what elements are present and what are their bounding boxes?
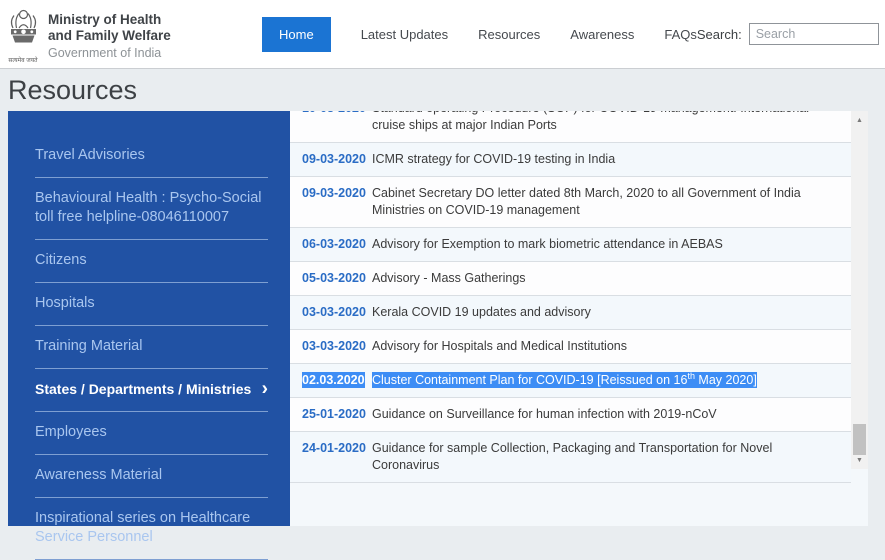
scrollbar-up-icon[interactable]: ▲ — [851, 113, 868, 127]
sidebar-item[interactable]: States / Departments / Ministries › — [35, 369, 268, 412]
scrollbar-down-icon[interactable]: ▼ — [851, 453, 868, 467]
resource-link[interactable]: Kerala COVID 19 updates and advisory — [372, 304, 841, 321]
sidebar-item[interactable]: Employees — [35, 412, 268, 455]
resource-date: 25-01-2020 — [302, 406, 372, 423]
resource-date-text: 05-03-2020 — [302, 271, 366, 285]
page-title: Resources — [0, 69, 885, 111]
resource-date: 06-03-2020 — [302, 236, 372, 253]
resource-title-text: Advisory - Mass Gatherings — [372, 271, 526, 285]
resource-row: 10-03-2020 Standard operating Procedure (… — [290, 111, 851, 143]
site-logo[interactable]: सत्यमेव जयते Ministry of Health and Fami… — [6, 3, 252, 65]
resource-link[interactable]: Standard operating Procedure (SOP) for C… — [372, 111, 841, 134]
resources-sidebar: Travel Advisories Behavioural Health : Ps… — [8, 111, 290, 526]
sidebar-item-label: Citizens — [35, 252, 87, 268]
resource-date: 09-03-2020 — [302, 151, 372, 168]
main-nav: Home Latest Updates Resources Awareness FAQs — [262, 17, 697, 52]
sidebar-item[interactable]: Awareness Material — [35, 455, 268, 498]
sidebar-item[interactable]: Travel Advisories — [35, 135, 268, 178]
resource-row: 03-03-2020 Advisory for Hospitals and Med… — [290, 330, 851, 364]
nav-item-faqs[interactable]: FAQs — [664, 27, 697, 42]
resource-link[interactable]: Cabinet Secretary DO letter dated 8th Ma… — [372, 185, 841, 219]
resource-date: 10-03-2020 — [302, 111, 372, 134]
resource-date: 03-03-2020 — [302, 338, 372, 355]
sidebar-item[interactable]: Inspirational series on Healthcare Servi… — [35, 498, 268, 560]
nav-item-awareness[interactable]: Awareness — [570, 27, 634, 42]
resource-date-text: 03-03-2020 — [302, 339, 366, 353]
resource-row: 24-01-2020 Guidance for sample Collection… — [290, 432, 851, 483]
scrollbar-track[interactable]: ▲ ▼ — [851, 111, 868, 469]
resource-panel: 10-03-2020 Standard operating Procedure (… — [290, 111, 868, 526]
sidebar-item-label: Travel Advisories — [35, 147, 145, 163]
ashoka-lions-icon — [7, 7, 40, 53]
resource-date-text: 03-03-2020 — [302, 305, 366, 319]
resource-date-text: 06-03-2020 — [302, 237, 366, 251]
emblem-motto: सत्यमेव जयते — [6, 58, 40, 65]
resource-date: 09-03-2020 — [302, 185, 372, 219]
sidebar-item-label: Behavioural Health : Psycho-Social toll … — [35, 190, 261, 225]
resource-list: 10-03-2020 Standard operating Procedure (… — [290, 111, 851, 483]
search-input[interactable] — [749, 23, 879, 45]
resource-link[interactable]: Advisory - Mass Gatherings — [372, 270, 841, 287]
resource-date-text: 25-01-2020 — [302, 407, 366, 421]
government-line: Government of India — [48, 46, 171, 61]
resource-title-text: Advisory for Hospitals and Medical Insti… — [372, 339, 627, 353]
resource-date-text: 09-03-2020 — [302, 186, 366, 200]
chevron-right-icon: › — [262, 380, 268, 399]
sidebar-item-label: Employees — [35, 424, 107, 440]
search-label: Search: — [697, 27, 742, 42]
content-area: Travel Advisories Behavioural Health : Ps… — [8, 111, 868, 526]
sidebar-list: Travel Advisories Behavioural Health : Ps… — [8, 111, 290, 560]
resource-link[interactable]: Advisory for Exemption to mark biometric… — [372, 236, 841, 253]
resource-date-text: 09-03-2020 — [302, 152, 366, 166]
sidebar-item-label: Hospitals — [35, 295, 95, 311]
resource-title-text: Cluster Containment Plan for COVID-19 [R… — [372, 373, 757, 387]
resource-link[interactable]: Guidance for sample Collection, Packagin… — [372, 440, 841, 474]
resource-title-text: ICMR strategy for COVID-19 testing in In… — [372, 152, 615, 166]
resource-title-text: Kerala COVID 19 updates and advisory — [372, 305, 591, 319]
ministry-name-line2: and Family Welfare — [48, 28, 171, 44]
resource-date-text: 10-03-2020 — [302, 111, 366, 115]
emblem-of-india-icon: सत्यमेव जयते — [6, 3, 40, 65]
resource-link[interactable]: Guidance on Surveillance for human infec… — [372, 406, 841, 423]
resource-date: 02.03.2020 — [302, 372, 372, 389]
sidebar-item-label: Training Material — [35, 338, 142, 354]
resource-date: 05-03-2020 — [302, 270, 372, 287]
sidebar-item-label: Inspirational series on Healthcare Servi… — [35, 510, 250, 545]
sidebar-item[interactable]: Training Material — [35, 326, 268, 369]
search-group: Search: ↓ ↑ — [697, 22, 885, 46]
resource-link[interactable]: Advisory for Hospitals and Medical Insti… — [372, 338, 841, 355]
nav-item-latest-updates[interactable]: Latest Updates — [361, 27, 448, 42]
resource-row: 09-03-2020 ICMR strategy for COVID-19 tes… — [290, 143, 851, 177]
sidebar-item[interactable]: Citizens — [35, 240, 268, 283]
sidebar-item[interactable]: Hospitals — [35, 283, 268, 326]
nav-item-resources[interactable]: Resources — [478, 27, 540, 42]
resource-title-text: Guidance on Surveillance for human infec… — [372, 407, 717, 421]
resource-date-text: 02.03.2020 — [302, 373, 365, 387]
resource-date: 24-01-2020 — [302, 440, 372, 474]
site-header: सत्यमेव जयते Ministry of Health and Fami… — [0, 0, 885, 69]
resource-title-text: Standard operating Procedure (SOP) for C… — [372, 111, 809, 132]
resource-row: 09-03-2020 Cabinet Secretary DO letter da… — [290, 177, 851, 228]
resource-date: 03-03-2020 — [302, 304, 372, 321]
resource-row: 05-03-2020 Advisory - Mass Gatherings — [290, 262, 851, 296]
nav-item-home[interactable]: Home — [262, 17, 331, 52]
resource-row: 06-03-2020 Advisory for Exemption to mark… — [290, 228, 851, 262]
scrollbar-thumb[interactable] — [853, 424, 866, 455]
resource-row: 02.03.2020 Cluster Containment Plan for C… — [290, 364, 851, 398]
resource-row: 03-03-2020 Kerala COVID 19 updates and ad… — [290, 296, 851, 330]
sidebar-item-label: States / Departments / Ministries — [35, 381, 251, 397]
resource-title-text: Guidance for sample Collection, Packagin… — [372, 441, 772, 472]
resource-date-text: 24-01-2020 — [302, 441, 366, 455]
resource-title-text: Advisory for Exemption to mark biometric… — [372, 237, 723, 251]
resource-title-text: Cabinet Secretary DO letter dated 8th Ma… — [372, 186, 801, 217]
resource-link[interactable]: ICMR strategy for COVID-19 testing in In… — [372, 151, 841, 168]
resource-link[interactable]: Cluster Containment Plan for COVID-19 [R… — [372, 372, 841, 389]
ministry-name-line1: Ministry of Health — [48, 12, 171, 28]
sidebar-item[interactable]: Behavioural Health : Psycho-Social toll … — [35, 178, 268, 240]
sidebar-item-label: Awareness Material — [35, 467, 162, 483]
resource-row: 25-01-2020 Guidance on Surveillance for h… — [290, 398, 851, 432]
